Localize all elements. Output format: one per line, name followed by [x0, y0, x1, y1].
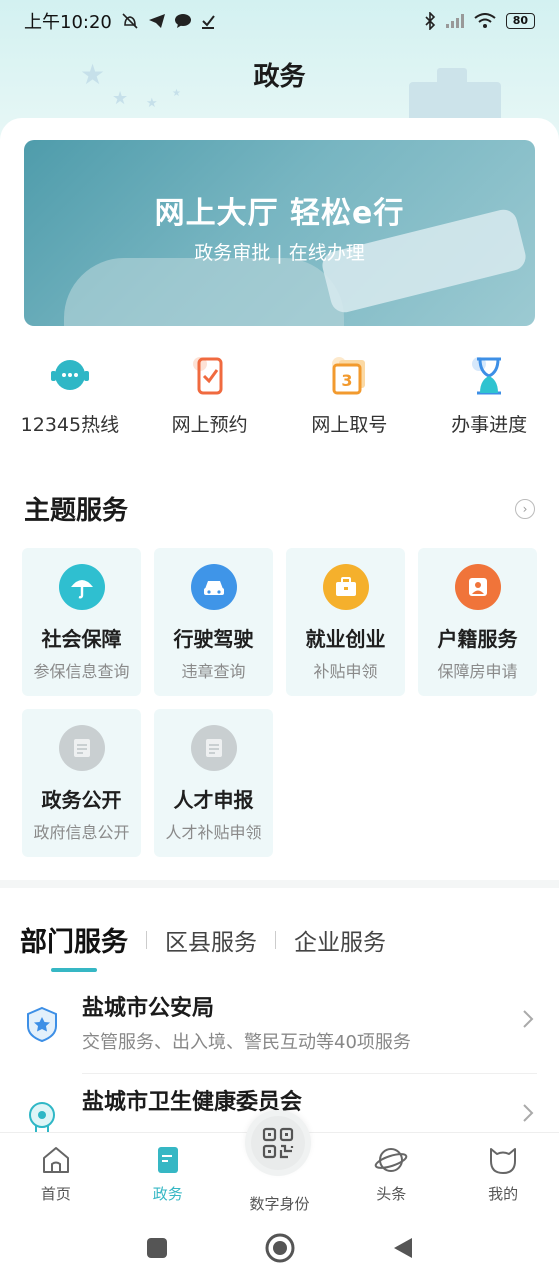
- ticket-number-icon: 3: [327, 354, 371, 398]
- star-decoration: ★: [146, 96, 158, 111]
- quick-action-label: 办事进度: [451, 414, 528, 436]
- banner-hand-graphic: [64, 258, 344, 326]
- theme-card-title: 就业创业: [305, 627, 386, 651]
- main-content: 网上大厅 轻松e行 政务审批 | 在线办理 12345热线 网上预约 3 网上取…: [0, 118, 559, 1138]
- theme-card-subtitle: 人才补贴申领: [165, 823, 262, 842]
- active-tab-indicator: [51, 968, 97, 972]
- section-title: 主题服务: [24, 496, 129, 526]
- service-tabs: 部门服务 区县服务 企业服务: [20, 920, 386, 959]
- theme-card-subtitle: 违章查询: [181, 662, 246, 681]
- theme-card-subtitle: 参保信息查询: [33, 662, 130, 681]
- tab-separator: [146, 930, 147, 949]
- planet-icon: [374, 1143, 408, 1177]
- nav-mine[interactable]: 我的: [447, 1133, 559, 1216]
- nav-label: 政务: [152, 1185, 183, 1203]
- row-divider: [82, 1073, 537, 1074]
- mute-bell-icon: [122, 13, 138, 29]
- hourglass-icon: [467, 354, 511, 398]
- document-icon: [58, 725, 105, 771]
- banner-title: 网上大厅 轻松e行: [154, 196, 405, 231]
- back-button-icon[interactable]: [392, 1236, 414, 1260]
- theme-card-title: 户籍服务: [437, 627, 518, 651]
- home-icon: [39, 1143, 73, 1177]
- nav-label: 首页: [40, 1185, 71, 1203]
- nav-home[interactable]: 首页: [0, 1133, 112, 1216]
- chevron-right-icon: [521, 1102, 537, 1126]
- chat-bubble-icon: [174, 14, 191, 28]
- headset-icon: [48, 354, 92, 398]
- banner-subtitle: 政务审批 | 在线办理: [194, 242, 365, 264]
- qr-code-button[interactable]: [245, 1110, 311, 1176]
- quick-action-ticket[interactable]: 3 网上取号: [280, 354, 420, 437]
- nav-label: 我的: [488, 1185, 519, 1203]
- police-badge-icon: [22, 1004, 62, 1044]
- theme-card-gov-disclosure[interactable]: 政务公开 政府信息公开: [22, 709, 141, 857]
- quick-action-label: 网上取号: [311, 414, 388, 436]
- page-title: 政务: [253, 62, 306, 92]
- home-button-icon[interactable]: [264, 1232, 296, 1264]
- wifi-icon: [474, 13, 496, 28]
- system-navigation-bar: [0, 1216, 559, 1280]
- nav-label: 数字身份: [249, 1195, 310, 1213]
- section-divider: [0, 880, 559, 888]
- theme-card-subtitle: 政府信息公开: [33, 823, 130, 842]
- download-done-icon: [201, 15, 215, 29]
- theme-card-subtitle: 补贴申领: [313, 662, 378, 681]
- nav-government[interactable]: 政务: [112, 1133, 224, 1216]
- quick-action-label: 12345热线: [20, 414, 120, 436]
- phone-check-icon: [188, 354, 232, 398]
- briefcase-icon: [322, 564, 369, 610]
- nav-label: 头条: [376, 1185, 407, 1203]
- telegram-icon: [148, 14, 165, 28]
- tab-county-services[interactable]: 区县服务: [165, 923, 257, 957]
- quick-action-appointment[interactable]: 网上预约: [140, 354, 280, 437]
- tab-department-services[interactable]: 部门服务: [20, 920, 128, 959]
- theme-card-household[interactable]: 户籍服务 保障房申请: [418, 548, 537, 696]
- theme-card-subtitle: 保障房申请: [437, 662, 518, 681]
- promo-banner[interactable]: 网上大厅 轻松e行 政务审批 | 在线办理: [24, 140, 535, 326]
- department-name: 盐城市公安局: [82, 996, 215, 1021]
- department-description: 交管服务、出入境、警民互动等40项服务: [82, 1032, 411, 1053]
- theme-card-title: 政务公开: [41, 788, 122, 812]
- tab-separator: [275, 930, 276, 949]
- theme-section-header: 主题服务 ›: [24, 490, 535, 527]
- quick-action-label: 网上预约: [171, 414, 248, 436]
- bluetooth-icon: [425, 12, 435, 30]
- quick-action-progress[interactable]: 办事进度: [419, 354, 559, 437]
- chevron-right-icon[interactable]: ›: [515, 498, 535, 519]
- theme-card-social-security[interactable]: 社会保障 参保信息查询: [22, 548, 141, 696]
- document-tab-icon: [151, 1143, 185, 1177]
- quick-action-hotline[interactable]: 12345热线: [0, 354, 140, 437]
- tab-enterprise-services[interactable]: 企业服务: [294, 923, 386, 957]
- document-icon: [190, 725, 237, 771]
- qr-code-icon: [251, 1116, 305, 1170]
- person-card-icon: [454, 564, 501, 610]
- status-time: 上午10:20: [24, 12, 112, 33]
- nav-headlines[interactable]: 头条: [335, 1133, 447, 1216]
- profile-icon: [486, 1143, 520, 1177]
- theme-card-title: 人才申报: [173, 788, 254, 812]
- recents-button-icon[interactable]: [146, 1237, 168, 1259]
- theme-card-driving[interactable]: 行驶驾驶 违章查询: [154, 548, 273, 696]
- theme-card-employment[interactable]: 就业创业 补贴申领: [286, 548, 405, 696]
- car-icon: [190, 564, 237, 610]
- cell-signal-icon: [445, 14, 464, 28]
- theme-card-title: 行驶驾驶: [173, 627, 254, 651]
- quick-actions: 12345热线 网上预约 3 网上取号 办事进度: [0, 354, 559, 437]
- status-bar: 上午10:20 80: [0, 0, 559, 42]
- theme-card-talent[interactable]: 人才申报 人才补贴申领: [154, 709, 273, 857]
- svg-text:3: 3: [342, 371, 353, 390]
- theme-card-title: 社会保障: [41, 627, 122, 651]
- umbrella-icon: [58, 564, 105, 610]
- department-item[interactable]: 盐城市公安局 交管服务、出入境、警民互动等40项服务: [22, 984, 537, 1074]
- battery-indicator: 80: [505, 13, 535, 29]
- chevron-right-icon: [521, 1008, 537, 1032]
